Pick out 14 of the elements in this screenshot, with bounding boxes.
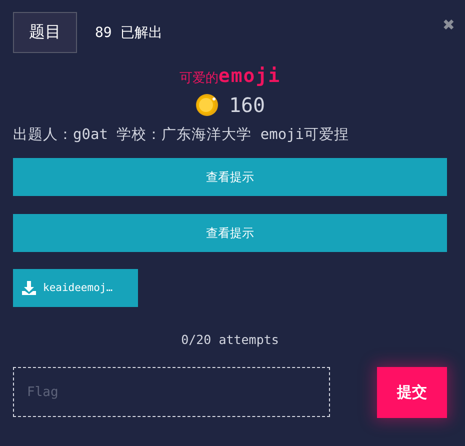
submit-button[interactable]: 提交 [377, 367, 447, 418]
file-download-button[interactable]: keaideemoj… [13, 269, 138, 307]
solve-count: 89 已解出 [95, 24, 162, 42]
download-icon [21, 280, 37, 296]
close-button[interactable]: ✖ [442, 16, 455, 34]
flag-input[interactable]: Flag [13, 367, 330, 417]
coin-icon [194, 93, 219, 117]
tab[interactable]: 题目 [13, 12, 77, 53]
challenge-title: 可爱的emoji [179, 65, 281, 87]
hint-button[interactable]: 查看提示 [13, 214, 447, 252]
challenge-description: 出题人：g0at 学校：广东海洋大学 emoji可爱捏 [13, 126, 350, 144]
hint-button[interactable]: 查看提示 [13, 158, 447, 196]
attempts-count: 0/20 attempts [181, 332, 279, 347]
points-value: 160 [228, 93, 266, 117]
